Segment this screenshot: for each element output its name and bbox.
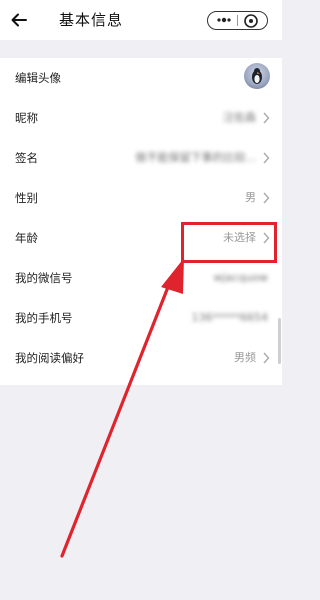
- wechat-id-value: wjacquow: [213, 271, 268, 284]
- scrollbar[interactable]: [278, 318, 281, 364]
- page-title: 基本信息: [59, 11, 124, 29]
- row-wechat-id[interactable]: 我的微信号 wjacquow: [0, 258, 282, 298]
- row-label: 年龄: [15, 231, 38, 245]
- row-gender[interactable]: 性别 男: [0, 178, 282, 218]
- section-spacer: [0, 40, 282, 58]
- back-arrow-icon[interactable]: [8, 9, 30, 31]
- chevron-right-icon: [263, 112, 270, 124]
- row-label: 昵称: [15, 111, 38, 125]
- row-edit-avatar[interactable]: 编辑头像: [0, 58, 282, 98]
- close-target-icon[interactable]: [243, 13, 259, 29]
- mini-program-capsule: [207, 11, 268, 30]
- row-label: 性别: [15, 191, 38, 205]
- chevron-right-icon: [263, 192, 270, 204]
- highlight-box: [181, 222, 277, 263]
- row-signature[interactable]: 签名 做不能保留下事的比较...: [0, 138, 282, 178]
- row-label: 签名: [15, 151, 38, 165]
- avatar-image: [252, 68, 262, 84]
- more-dots-icon[interactable]: [215, 13, 233, 27]
- row-nickname[interactable]: 昵称 汪佐森: [0, 98, 282, 138]
- capsule-divider: [237, 15, 238, 26]
- row-label: 编辑头像: [15, 71, 61, 85]
- chevron-right-icon: [263, 152, 270, 164]
- nickname-value: 汪佐森: [223, 111, 256, 124]
- row-label: 我的手机号: [15, 311, 73, 325]
- phone-number-value: 136*****6654: [191, 311, 269, 324]
- signature-value: 做不能保留下事的比较...: [135, 151, 257, 164]
- row-reading-preference[interactable]: 我的阅读偏好 男频: [0, 338, 282, 378]
- row-label: 我的微信号: [15, 271, 73, 285]
- chevron-right-icon: [263, 352, 270, 364]
- gender-value: 男: [245, 191, 256, 204]
- avatar[interactable]: [244, 63, 270, 89]
- top-bar: 基本信息: [0, 0, 282, 40]
- row-label: 我的阅读偏好: [15, 351, 84, 365]
- row-phone-number[interactable]: 我的手机号 136*****6654: [0, 298, 282, 338]
- reading-preference-value: 男频: [234, 351, 256, 364]
